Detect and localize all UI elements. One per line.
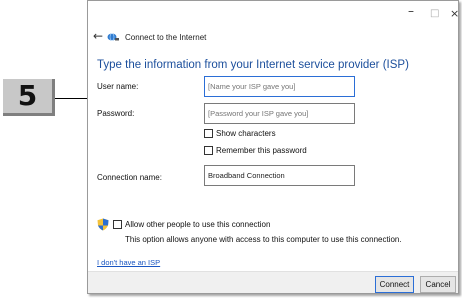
title-bar: – □ × [88, 1, 459, 29]
connect-button[interactable]: Connect [375, 276, 414, 293]
show-characters-label: Show characters [216, 129, 276, 138]
maximize-button[interactable]: □ [430, 8, 439, 19]
button-bar: Connect Cancel [88, 271, 458, 293]
cancel-button[interactable]: Cancel [420, 276, 456, 293]
no-isp-link[interactable]: I don't have an ISP [97, 258, 160, 267]
allow-others-description: This option allows anyone with access to… [125, 235, 402, 244]
minimize-button[interactable]: – [408, 4, 414, 18]
allow-others-label: Allow other people to use this connectio… [125, 220, 271, 229]
password-field[interactable] [204, 103, 355, 124]
connection-name-label: Connection name: [97, 173, 162, 182]
connection-name-field[interactable] [204, 165, 355, 186]
allow-others-checkbox[interactable] [113, 220, 122, 229]
connect-to-internet-window: – □ × ← Connect to the Internet Type the… [87, 0, 459, 294]
username-label: User name: [97, 82, 139, 91]
admin-shield-icon [97, 218, 109, 231]
step-number: 5 [17, 79, 38, 112]
remember-password-checkbox[interactable] [204, 146, 213, 155]
back-arrow-icon[interactable]: ← [93, 29, 103, 43]
window-title: Connect to the Internet [125, 33, 207, 42]
page-heading: Type the information from your Internet … [97, 59, 409, 71]
navigation-row: ← Connect to the Internet [88, 29, 458, 49]
password-label: Password: [97, 109, 135, 118]
show-characters-checkbox[interactable] [204, 129, 213, 138]
close-button[interactable]: × [450, 7, 459, 20]
username-field[interactable] [204, 76, 355, 97]
step-number-callout: 5 [3, 79, 55, 116]
network-globe-icon [107, 33, 119, 41]
remember-password-label: Remember this password [216, 146, 307, 155]
